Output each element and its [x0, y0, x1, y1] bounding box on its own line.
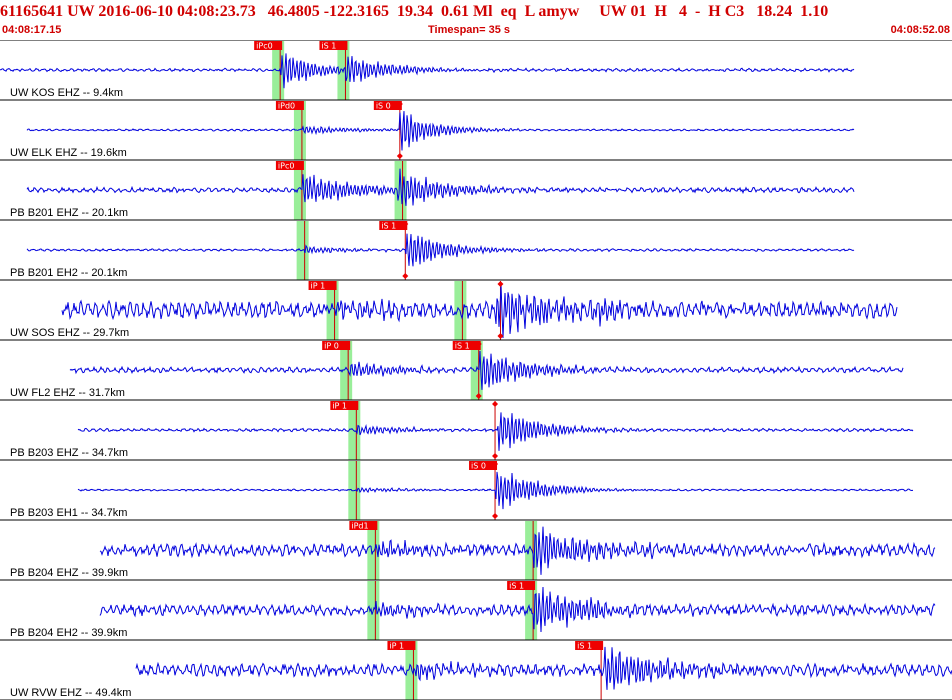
waveform-trace — [99, 526, 936, 575]
pick-label: iP 0 — [324, 342, 339, 351]
pick-label: iS 1 — [509, 582, 524, 591]
pick-label: iPc0 — [256, 42, 273, 51]
waveform-trace — [61, 283, 898, 339]
channel-label: PB B204 EH2 -- 39.9km — [10, 627, 127, 639]
pick-diamond — [492, 401, 499, 407]
pick-diamond — [402, 273, 409, 279]
waveform-trace — [26, 233, 855, 267]
start-time: 04:08:17.15 — [2, 24, 62, 36]
pick-label: iS 1 — [577, 642, 592, 651]
waveform-trace — [26, 111, 855, 151]
channel-label: PB B203 EH1 -- 34.7km — [10, 507, 127, 519]
channel-label: PB B201 EHZ -- 20.1km — [10, 207, 128, 219]
channel-label: PB B203 EHZ -- 34.7km — [10, 447, 128, 459]
pick-diamond — [492, 513, 499, 519]
pick-diamond — [497, 281, 504, 287]
pick-label: iPd1 — [351, 522, 368, 531]
pick-label: iP 1 — [311, 282, 326, 291]
pick-label: iS 1 — [381, 222, 396, 231]
pick-label: iP 1 — [332, 402, 347, 411]
pick-label: iPd0 — [278, 102, 295, 111]
event-title: 61165641 UW 2016-06-10 04:08:23.73 46.48… — [0, 3, 829, 20]
timespan-label: Timespan= 35 s — [428, 24, 511, 36]
waveform-trace — [0, 53, 855, 89]
channel-label: PB B201 EH2 -- 20.1km — [10, 267, 127, 279]
pick-label: iS 0 — [376, 102, 391, 111]
pick-diamond — [492, 453, 499, 459]
pick-label: iS 1 — [455, 342, 470, 351]
waveform-trace — [26, 168, 855, 206]
pick-label: iPc0 — [278, 162, 295, 171]
channel-label: UW FL2 EHZ -- 31.7km — [10, 387, 125, 399]
waveform-trace — [69, 350, 904, 390]
waveform-trace — [135, 646, 952, 690]
pick-label: iS 0 — [471, 462, 486, 471]
header-bar: 61165641 UW 2016-06-10 04:08:23.73 46.48… — [0, 0, 952, 40]
pick-label: iS 1 — [321, 42, 336, 51]
channel-label: PB B204 EHZ -- 39.9km — [10, 567, 128, 579]
pick-label: iP 1 — [389, 642, 404, 651]
channel-label: UW SOS EHZ -- 29.7km — [10, 327, 129, 339]
end-time: 04:08:52.08 — [890, 24, 950, 36]
channel-label: UW RVW EHZ -- 49.4km — [10, 687, 131, 699]
seismogram-panel[interactable]: iPc0 iS 1 UW KOS EHZ -- 9.4km iPd0 iS 0 UW EL… — [0, 40, 952, 700]
channel-label: UW ELK EHZ -- 19.6km — [10, 147, 127, 159]
channel-label: UW KOS EHZ -- 9.4km — [10, 87, 123, 99]
waveform-trace — [99, 586, 936, 633]
pick-diamond — [396, 153, 403, 159]
